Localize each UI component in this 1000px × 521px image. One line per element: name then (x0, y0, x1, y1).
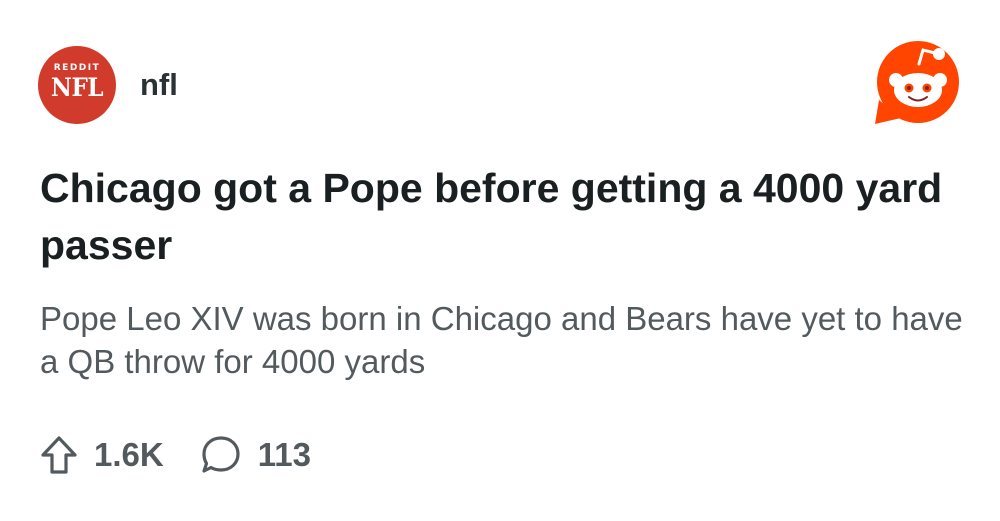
subreddit-logo[interactable]: REDDIT NFL (38, 46, 116, 124)
comment-bubble-icon (202, 436, 240, 473)
subreddit-logo-top-text: REDDIT (53, 63, 101, 73)
post-title[interactable]: Chicago got a Pope before getting a 4000… (40, 160, 970, 274)
post-header: REDDIT NFL nfl (38, 46, 178, 124)
post-card: REDDIT NFL nfl Chicago got a Pope before… (0, 0, 1000, 521)
comment-count: 113 (257, 436, 311, 473)
comments-button[interactable]: 113 (200, 434, 311, 476)
reddit-snoo-icon (875, 41, 959, 124)
post-footer: 1.6K 113 (40, 432, 311, 478)
upvote-count: 1.6K (94, 436, 164, 473)
subreddit-logo-main-text: NFL (50, 73, 104, 102)
subreddit-name[interactable]: nfl (140, 67, 178, 103)
post-body: Pope Leo XIV was born in Chicago and Bea… (40, 300, 963, 380)
upvote-button[interactable]: 1.6K (40, 434, 164, 476)
upvote-arrow-icon (41, 436, 77, 474)
